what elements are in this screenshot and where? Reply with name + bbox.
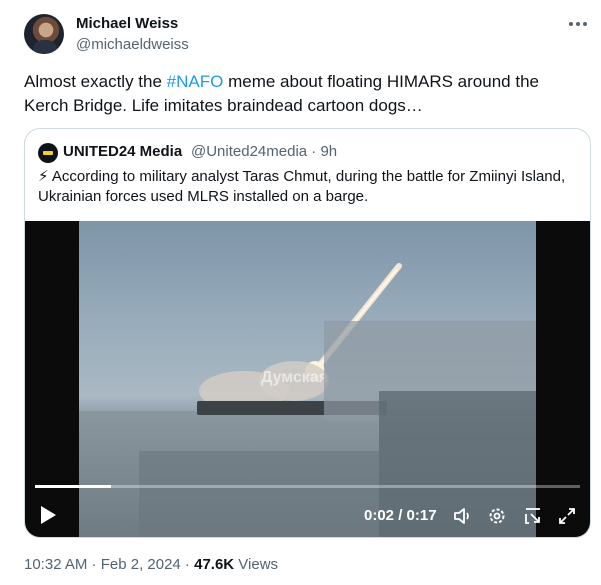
author-avatar[interactable] (24, 14, 64, 54)
quote-author-avatar[interactable] (38, 143, 58, 163)
views-count: 47.6K (194, 556, 235, 573)
author-handle[interactable]: @michaeldweiss (76, 36, 189, 53)
pixelated-area (139, 451, 379, 537)
progress-fill (35, 485, 112, 488)
more-icon[interactable] (566, 14, 590, 34)
hashtag-link[interactable]: #NAFO (167, 72, 224, 91)
tweet-text: Almost exactly the #NAFO meme about floa… (24, 70, 584, 118)
play-icon[interactable] (39, 505, 57, 525)
author-name[interactable]: Michael Weiss (76, 15, 178, 32)
tweet-text-part: Almost exactly the (24, 72, 167, 91)
quote-author-handle[interactable]: @United24media · 9h (191, 143, 337, 160)
quoted-tweet[interactable]: UNITED24 Media @United24media · 9h ⚡ Acc… (24, 128, 591, 538)
volume-icon[interactable] (453, 506, 473, 526)
video-frame: Думская (79, 221, 536, 537)
tweet-meta: 10:32 AM · Feb 2, 2024 · 47.6K Views (24, 556, 278, 573)
video-player[interactable]: Думская 0:02 / 0:17 (25, 221, 590, 537)
fullscreen-icon[interactable] (557, 506, 577, 526)
tweet-timestamp[interactable]: 10:32 AM · Feb 2, 2024 · (24, 556, 194, 573)
views-label: Views (234, 556, 279, 573)
quote-text: ⚡ According to military analyst Taras Ch… (38, 168, 566, 205)
progress-bar[interactable] (35, 485, 580, 488)
tweet: Michael Weiss @michaeldweiss Almost exac… (0, 0, 601, 585)
video-time: 0:02 / 0:17 (364, 507, 437, 524)
pip-icon[interactable] (523, 506, 543, 526)
settings-gear-icon[interactable] (487, 506, 507, 526)
video-watermark: Думская (261, 369, 329, 386)
quote-author-name[interactable]: UNITED24 Media (63, 143, 182, 160)
